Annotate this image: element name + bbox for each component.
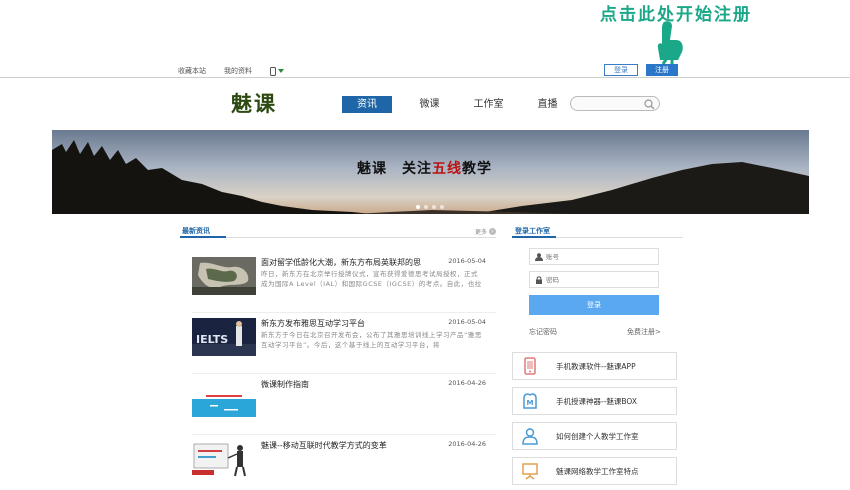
login-panel-title: 登录工作室 (515, 227, 550, 235)
news-date: 2016-05-04 (448, 257, 486, 265)
login-panel-header: 登录工作室 (512, 224, 683, 238)
news-title[interactable]: 新东方发布雅思互动学习平台 (261, 318, 365, 329)
news-item[interactable]: IELTS 新东方发布雅思互动学习平台 2016-05-04 新东方于今日在北京… (192, 316, 496, 374)
carousel-dots (416, 205, 444, 209)
user-icon (522, 428, 538, 445)
feature-link-create-studio[interactable]: 如何创建个人教学工作室 (512, 422, 677, 450)
caret-down-icon (278, 69, 284, 73)
feature-link-app[interactable]: 手机教课软件--魅课APP (512, 352, 677, 380)
news-description: 新东方于今日在北京召开发布会，公布了其雅思培训线上学习产品“雅思互动学习平台”。… (261, 331, 482, 349)
site-logo[interactable]: 魅课 (231, 88, 277, 118)
nav-item-news[interactable]: 资讯 (342, 96, 392, 113)
nav-item-microcourse[interactable]: 微课 (401, 96, 458, 113)
more-link[interactable]: 更多 › (475, 227, 496, 236)
news-title[interactable]: 魅课--移动互联时代教学方式的变革 (261, 440, 387, 451)
feature-label: 手机教课软件--魅课APP (556, 362, 636, 371)
ielts-stage-image: IELTS (192, 318, 256, 356)
blue-slide-image (192, 383, 256, 421)
free-register-link[interactable]: 免费注册> (627, 327, 661, 337)
forgot-password-link[interactable]: 忘记密码 (529, 327, 557, 337)
news-title[interactable]: 面对留学低龄化大潮，新东方布局英联邦的思 (261, 257, 421, 268)
news-section-title: 最新资讯 (182, 227, 210, 235)
news-date: 2016-05-04 (448, 318, 486, 326)
news-thumbnail[interactable] (192, 257, 256, 295)
news-date: 2016-04-26 (448, 379, 486, 387)
top-links: 收藏本站 我的资料 (178, 66, 284, 76)
password-field[interactable] (529, 271, 659, 288)
arrow-right-icon: › (489, 228, 496, 235)
login-button[interactable]: 登录 (604, 64, 638, 76)
nav-item-studio[interactable]: 工作室 (460, 96, 517, 113)
phone-app-icon (524, 357, 536, 375)
main-nav: 资讯 微课 工作室 直播 (342, 96, 578, 113)
phone-icon (270, 66, 276, 76)
aerial-photo-image (192, 257, 256, 295)
news-section-header: 最新资讯 更多 › (180, 224, 496, 238)
carousel-dot[interactable] (440, 205, 444, 209)
feature-link-box[interactable]: M 手机授课神器--魅课BOX (512, 387, 677, 415)
nav-item-live[interactable]: 直播 (519, 96, 576, 113)
presentation-image (192, 440, 256, 478)
username-input[interactable] (546, 251, 654, 262)
news-thumbnail[interactable]: IELTS (192, 318, 256, 356)
svg-text:M: M (527, 399, 534, 407)
banner-slogan: 魅课 关注五线教学 (357, 161, 492, 177)
box-icon: M (523, 393, 537, 409)
news-item[interactable]: 面对留学低龄化大潮，新东方布局英联邦的思 2016-05-04 昨日，新东方在北… (192, 255, 496, 313)
top-bar: 收藏本站 我的资料 登录 注册 (0, 62, 850, 78)
news-description: 昨日，新东方在北京举行授牌仪式，宣布获得爱德思考试局授权，正式成为国际A Lev… (261, 270, 482, 288)
presentation-icon (522, 463, 538, 480)
news-item[interactable]: 魅课--移动互联时代教学方式的变革 2016-04-26 (192, 438, 496, 490)
news-item[interactable]: 微课制作指南 2016-04-26 (192, 377, 496, 435)
pointing-hand-icon (657, 21, 683, 65)
feature-label: 手机授课神器--魅课BOX (556, 397, 637, 406)
bookmark-link[interactable]: 收藏本站 (178, 66, 206, 76)
feature-label: 如何创建个人教学工作室 (556, 432, 639, 441)
password-input[interactable] (546, 274, 654, 285)
hero-banner[interactable]: 魅课 关注五线教学 (52, 130, 809, 214)
username-field[interactable] (529, 248, 659, 265)
lock-icon (536, 276, 542, 284)
news-date: 2016-04-26 (448, 440, 486, 448)
search-input[interactable] (570, 96, 660, 111)
svg-text:IELTS: IELTS (196, 333, 228, 346)
mobile-menu[interactable] (270, 66, 284, 76)
feature-label: 魅课网络教学工作室特点 (556, 467, 639, 476)
feature-link-studio-features[interactable]: 魅课网络教学工作室特点 (512, 457, 677, 485)
news-title[interactable]: 微课制作指南 (261, 379, 309, 390)
news-thumbnail[interactable] (192, 383, 256, 421)
register-button[interactable]: 注册 (646, 64, 678, 76)
register-hint-text: 点击此处开始注册 (600, 5, 752, 25)
login-submit-button[interactable]: 登录 (529, 295, 659, 315)
user-icon (535, 253, 543, 261)
my-profile-link[interactable]: 我的资料 (224, 66, 252, 76)
carousel-dot[interactable] (432, 205, 436, 209)
search-icon[interactable] (644, 99, 655, 110)
news-thumbnail[interactable] (192, 440, 256, 478)
carousel-dot[interactable] (416, 205, 420, 209)
carousel-dot[interactable] (424, 205, 428, 209)
